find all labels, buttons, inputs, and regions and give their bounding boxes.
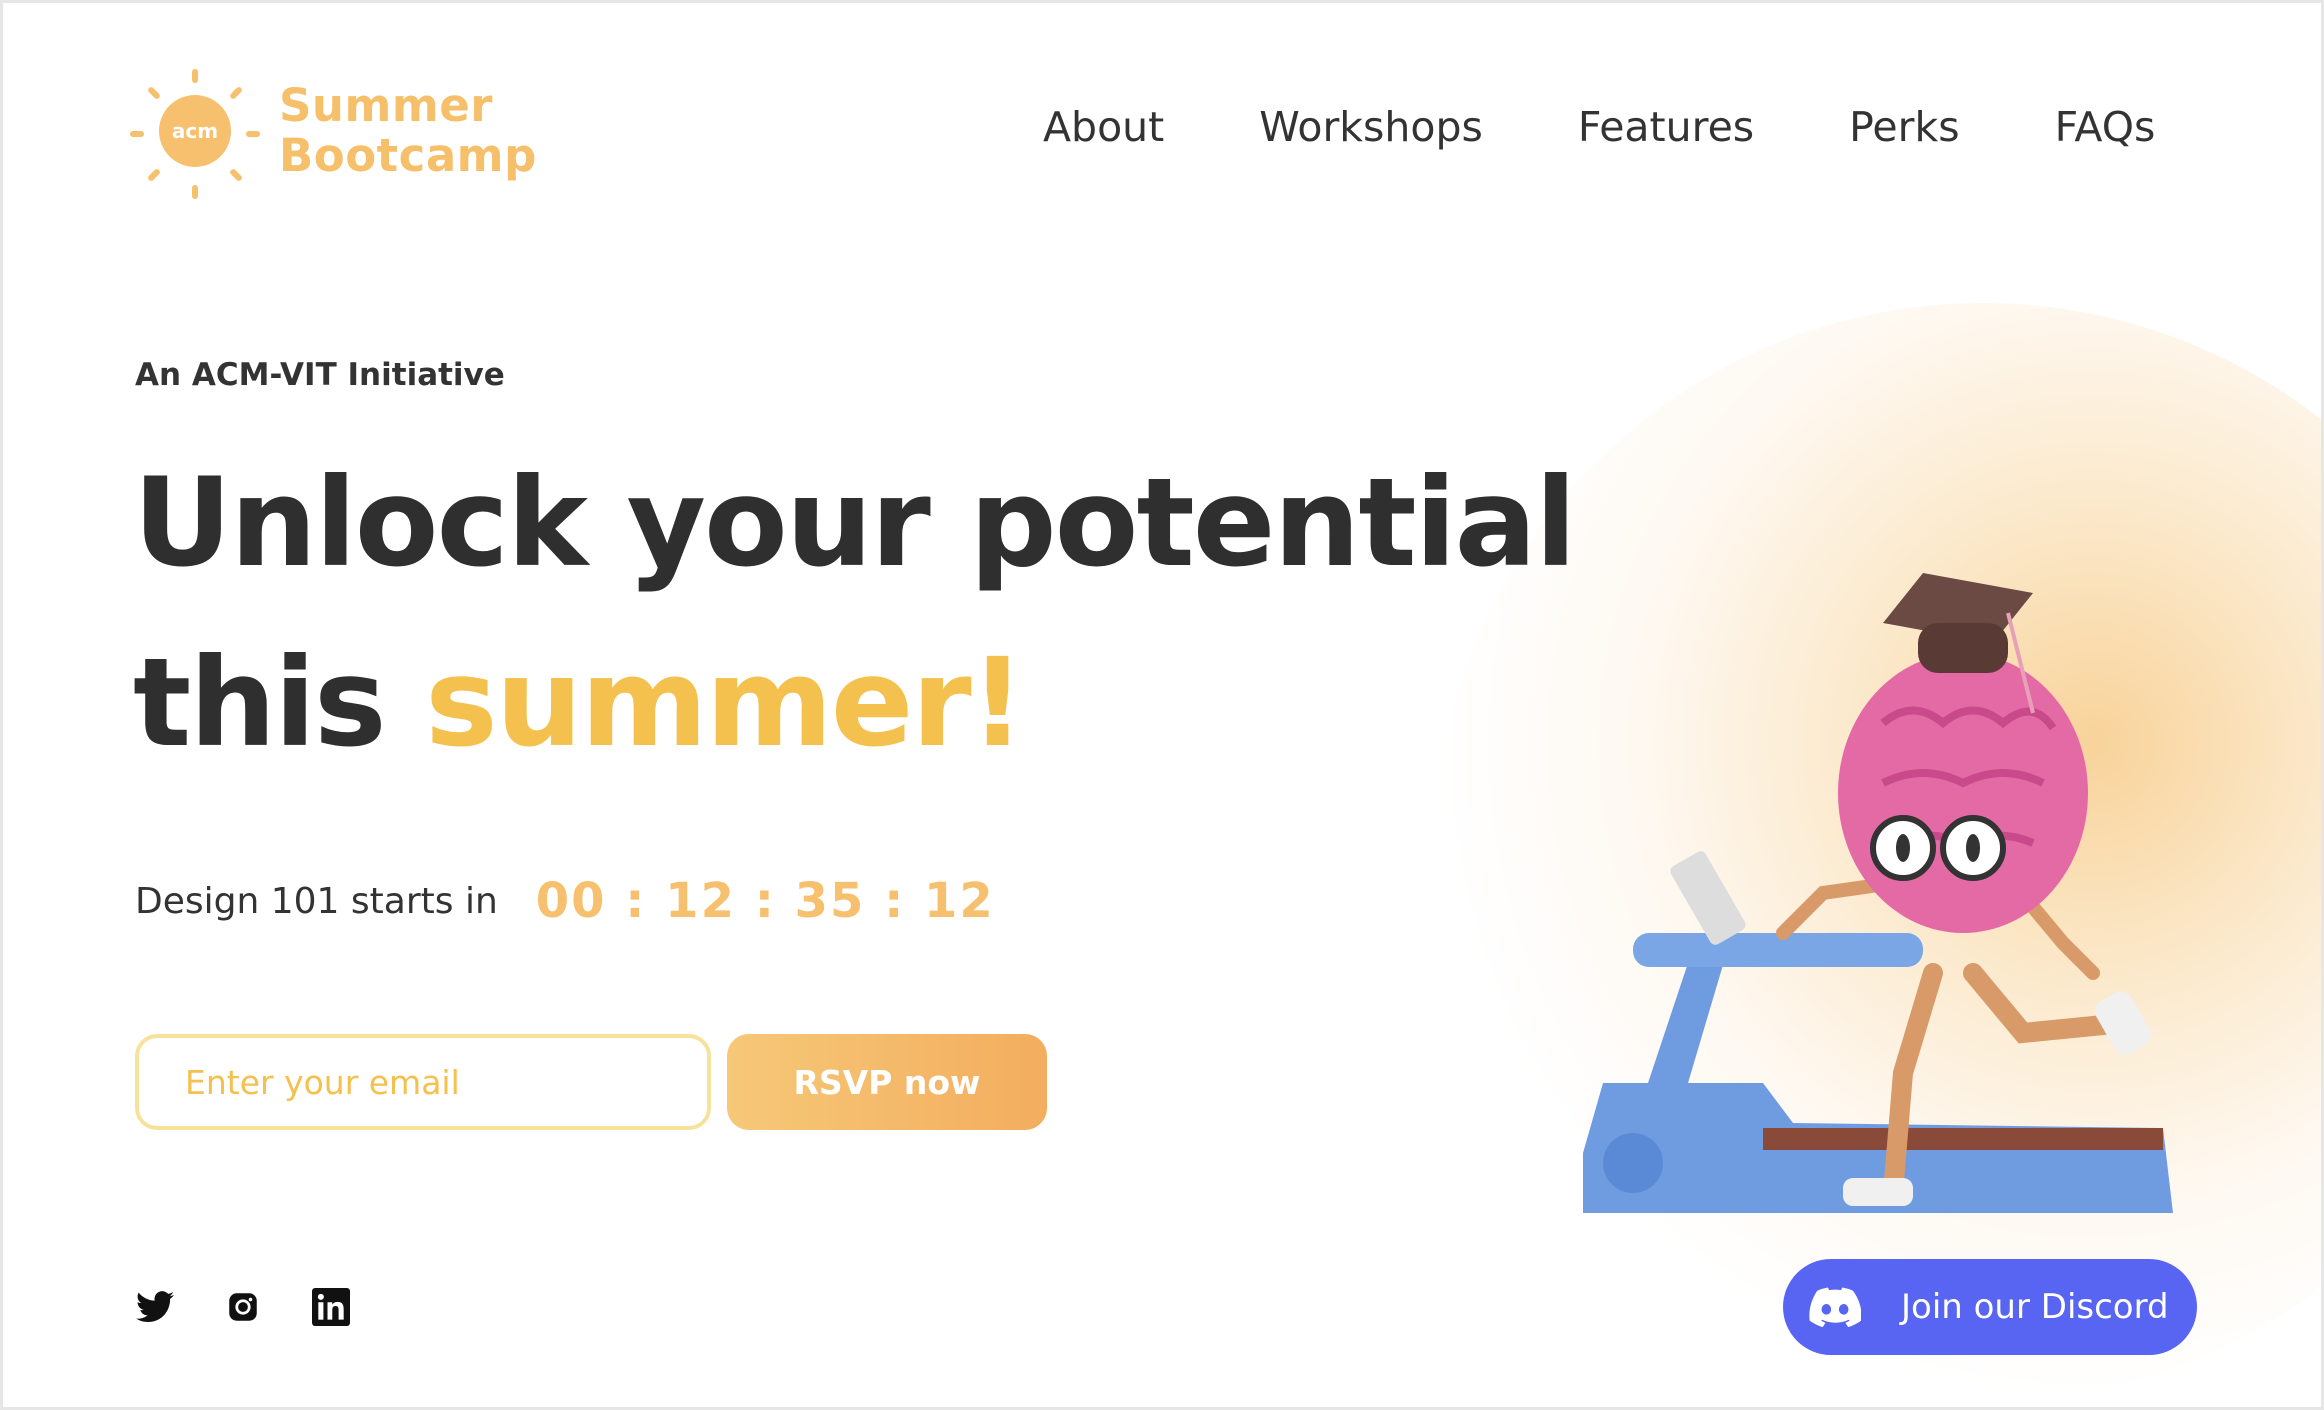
- hero-headline: Unlock your potential this summer!: [133, 433, 1577, 793]
- nav-about[interactable]: About: [1043, 103, 1164, 151]
- countdown: Design 101 starts in 00 : 12 : 35 : 12: [135, 873, 995, 929]
- nav-faqs[interactable]: FAQs: [2055, 103, 2156, 151]
- brand-name: Summer Bootcamp: [279, 81, 537, 181]
- linkedin-icon[interactable]: [311, 1287, 351, 1327]
- twitter-icon[interactable]: [135, 1287, 175, 1327]
- main-nav: About Workshops Features Perks FAQs: [1043, 103, 2155, 151]
- nav-perks[interactable]: Perks: [1849, 103, 1959, 151]
- discord-button[interactable]: Join our Discord: [1783, 1259, 2197, 1355]
- headline-line2-prefix: this: [133, 632, 426, 774]
- social-links: [135, 1287, 399, 1327]
- countdown-timer: 00 : 12 : 35 : 12: [535, 873, 995, 929]
- brand-name-line2: Bootcamp: [279, 129, 537, 182]
- headline-line2: this summer!: [133, 613, 1575, 793]
- headline-accent: summer!: [425, 632, 1025, 774]
- brain-on-treadmill-illustration: [1583, 573, 2173, 1213]
- hero-kicker: An ACM-VIT Initiative: [135, 357, 505, 393]
- discord-label: Join our Discord: [1901, 1287, 2169, 1327]
- discord-icon: [1809, 1287, 1861, 1327]
- rsvp-button[interactable]: RSVP now: [727, 1034, 1047, 1130]
- email-input[interactable]: [135, 1034, 711, 1130]
- brand-name-line1: Summer: [279, 79, 493, 132]
- brand-logo[interactable]: acm Summer Bootcamp: [130, 67, 537, 199]
- page: acm Summer Bootcamp About Workshops Feat…: [0, 0, 2324, 1410]
- sun-logo-icon: acm: [130, 67, 260, 199]
- countdown-label: Design 101 starts in: [135, 880, 498, 922]
- nav-workshops[interactable]: Workshops: [1259, 103, 1483, 151]
- instagram-icon[interactable]: [223, 1287, 263, 1327]
- logo-mark: acm: [159, 95, 231, 167]
- nav-features[interactable]: Features: [1578, 103, 1754, 151]
- headline-line1: Unlock your potential: [133, 452, 1577, 594]
